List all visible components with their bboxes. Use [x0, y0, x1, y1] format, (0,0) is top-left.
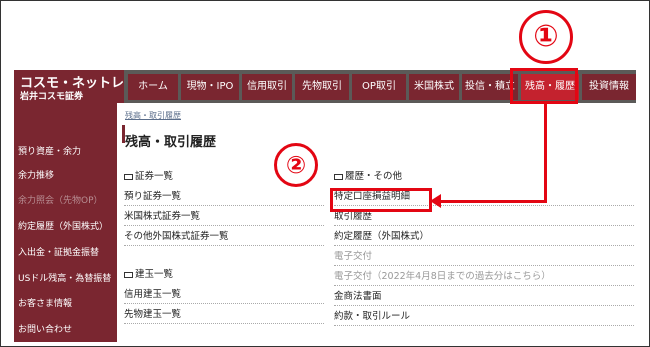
nav-investment-info[interactable]: 投資情報 — [582, 74, 636, 100]
main-content: 残高・取引履歴 残高・取引履歴 証券一覧 預り証券一覧 米国株式証券一覧 その他… — [122, 103, 636, 342]
breadcrumb[interactable]: 残高・取引履歴 — [125, 110, 181, 121]
sidebar-item-deposit[interactable]: 入出金・証拠金振替 — [18, 245, 99, 258]
page-title: 残高・取引履歴 — [125, 135, 217, 150]
sidebar-item-capacity[interactable]: 余力推移 — [18, 168, 54, 181]
section-icon — [124, 271, 133, 278]
link-exec-history-foreign[interactable]: 約定履歴（外国株式） — [334, 228, 634, 246]
link-e-delivery[interactable]: 電子交付 — [334, 248, 634, 266]
sidebar-item-contact[interactable]: お問い合わせ — [18, 322, 72, 335]
logo-subtitle: 岩井コスモ証券 — [20, 92, 84, 102]
sidebar-item-capacity-fo[interactable]: 余力照会（先物OP） — [18, 193, 103, 206]
link-us-securities[interactable]: 米国株式証券一覧 — [124, 208, 324, 226]
link-margin-positions[interactable]: 信用建玉一覧 — [124, 286, 324, 304]
sidebar-item-exec-history[interactable]: 約定履歴（外国株式） — [18, 219, 108, 232]
nav-spot-ipo[interactable]: 現物・IPO — [181, 74, 239, 100]
sidebar-item-assets[interactable]: 預り資産・余力 — [18, 144, 81, 157]
link-fiea-docs[interactable]: 金商法書面 — [334, 288, 634, 306]
highlight-nav-balance-history — [510, 68, 578, 104]
section-icon — [334, 173, 343, 180]
highlight-specific-account-pl — [330, 188, 432, 212]
nav-futures[interactable]: 先物取引 — [295, 74, 349, 100]
brand-logo[interactable]: コスモ・ネットレ 岩井コスモ証券 — [14, 70, 124, 103]
sidebar-item-usd[interactable]: USドル残高・為替振替 — [18, 271, 111, 284]
link-other-foreign[interactable]: その他外国株式証券一覧 — [124, 228, 324, 246]
section-icon — [124, 173, 133, 180]
nav-home[interactable]: ホーム — [128, 74, 178, 100]
nav-us-stocks[interactable]: 米国株式 — [409, 74, 459, 100]
annotation-marker-2: ② — [274, 143, 318, 187]
link-futures-positions[interactable]: 先物建玉一覧 — [124, 306, 324, 324]
section-positions: 建玉一覧 — [124, 266, 173, 280]
annotation-arrow-vertical — [544, 104, 547, 202]
link-e-delivery-archive[interactable]: 電子交付（2022年4月8日までの過去分はこちら） — [334, 268, 634, 286]
sidebar: 預り資産・余力 余力推移 余力照会（先物OP） 約定履歴（外国株式） 入出金・証… — [14, 103, 117, 342]
link-held-securities[interactable]: 預り証券一覧 — [124, 188, 324, 206]
link-terms-rules[interactable]: 約款・取引ルール — [334, 308, 634, 326]
nav-margin[interactable]: 信用取引 — [242, 74, 292, 100]
nav-options[interactable]: OP取引 — [352, 74, 406, 100]
annotation-marker-1: ① — [519, 10, 573, 64]
sidebar-item-customer[interactable]: お客さま情報 — [18, 296, 72, 309]
app-viewport: コスモ・ネットレ 岩井コスモ証券 ホーム 現物・IPO 信用取引 先物取引 OP… — [14, 70, 636, 342]
section-securities: 証券一覧 — [124, 168, 173, 182]
section-history: 履歴・その他 — [334, 168, 402, 182]
annotation-arrow-horizontal — [438, 200, 547, 203]
